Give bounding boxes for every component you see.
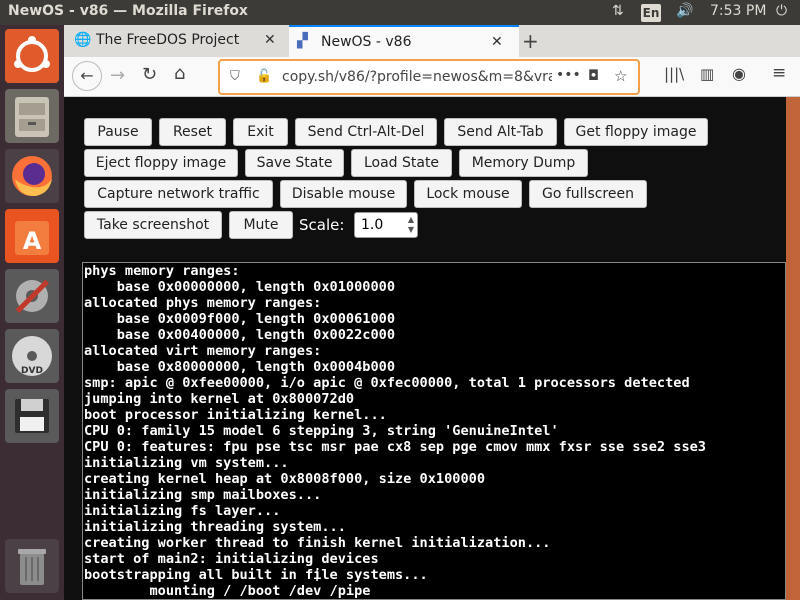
launcher: A DVD bbox=[0, 25, 64, 600]
svg-text:DVD: DVD bbox=[21, 366, 43, 376]
send-alt-tab-button[interactable]: Send Alt-Tab bbox=[444, 118, 557, 146]
close-tab-icon[interactable]: ✕ bbox=[264, 32, 276, 48]
terminal-line: creating worker thread to finish kernel … bbox=[84, 535, 551, 551]
url-text[interactable]: copy.sh/v86/?profile=newos&m=8&vram bbox=[282, 69, 552, 85]
scale-value[interactable]: 1.0 bbox=[361, 217, 383, 233]
terminal-line: boot processor initializing kernel... bbox=[84, 407, 387, 423]
send-ctrl-alt-del-button[interactable]: Send Ctrl-Alt-Del bbox=[295, 118, 437, 146]
terminal-line: initializing threading system... bbox=[84, 519, 346, 535]
page-edge-strip bbox=[786, 97, 800, 600]
close-tab-icon[interactable]: ✕ bbox=[491, 34, 503, 50]
terminal-line: allocated virt memory ranges: bbox=[84, 343, 322, 359]
disable-mouse-button[interactable]: Disable mouse bbox=[280, 180, 407, 208]
terminal-line: CPU 0: family 15 model 6 stepping 3, str… bbox=[84, 423, 559, 439]
address-bar[interactable]: ⛉ 🔓 copy.sh/v86/?profile=newos&m=8&vram … bbox=[218, 59, 640, 95]
settings-icon[interactable] bbox=[5, 269, 59, 323]
terminal-line: initializing vm system... bbox=[84, 455, 289, 471]
terminal-line: start of main2: initializing devices bbox=[84, 551, 379, 567]
pause-button[interactable]: Pause bbox=[84, 118, 152, 146]
terminal-line: base 0x00000000, length 0x01000000 bbox=[84, 279, 395, 295]
tab-label: NewOS - v86 bbox=[321, 34, 412, 50]
keyboard-language-indicator[interactable]: En bbox=[641, 4, 661, 22]
terminal-line: CPU 0: features: fpu pse tsc msr pae cx8… bbox=[84, 439, 706, 455]
floppy-icon[interactable] bbox=[5, 389, 59, 443]
memory-dump-button[interactable]: Memory Dump bbox=[459, 149, 588, 177]
scale-input[interactable]: 1.0 ▲ ▼ bbox=[354, 212, 418, 238]
firefox-icon[interactable] bbox=[5, 149, 59, 203]
mute-button[interactable]: Mute bbox=[229, 211, 293, 239]
sidebar-icon[interactable]: ▥ bbox=[700, 65, 714, 83]
scale-label: Scale: bbox=[299, 216, 345, 234]
take-screenshot-button[interactable]: Take screenshot bbox=[84, 211, 222, 239]
network-transfer-icon[interactable]: ⇅ bbox=[612, 3, 624, 19]
go-fullscreen-button[interactable]: Go fullscreen bbox=[529, 180, 647, 208]
shield-icon[interactable]: ⛉ bbox=[230, 69, 240, 84]
page-actions-icon[interactable]: ••• bbox=[556, 67, 581, 83]
globe-icon: 🌐 bbox=[74, 32, 92, 48]
files-icon[interactable] bbox=[5, 89, 59, 143]
eject-floppy-image-button[interactable]: Eject floppy image bbox=[84, 149, 238, 177]
terminal-line: initializing smp mailboxes... bbox=[84, 487, 322, 503]
navigation-bar: ← → ↻ ⌂ ⛉ 🔓 copy.sh/v86/?profile=newos&m… bbox=[64, 57, 800, 97]
menu-icon[interactable]: ≡ bbox=[772, 63, 786, 83]
svg-text:A: A bbox=[23, 227, 42, 255]
terminal-line: bootstrapping all built in file systems.… bbox=[84, 567, 428, 583]
terminal-line: base 0x0009f000, length 0x00061000 bbox=[84, 311, 395, 327]
pocket-icon[interactable]: ◘ bbox=[588, 68, 599, 84]
dvd-icon[interactable]: DVD bbox=[5, 329, 59, 383]
forward-button[interactable]: → bbox=[110, 65, 125, 86]
insecure-lock-icon[interactable]: 🔓 bbox=[256, 69, 272, 84]
terminal-line: base 0x80000000, length 0x0004b000 bbox=[84, 359, 395, 375]
account-icon[interactable]: ◉ bbox=[732, 64, 746, 83]
window-title: NewOS - v86 — Mozilla Firefox bbox=[8, 3, 248, 19]
terminal-line: jumping into kernel at 0x800072d0 bbox=[84, 391, 355, 407]
emulator-screen[interactable]: phys memory ranges: base 0x00000000, len… bbox=[82, 262, 786, 600]
lock-mouse-button[interactable]: Lock mouse bbox=[414, 180, 522, 208]
terminal-line: mounting / /boot /dev /pipe bbox=[84, 583, 371, 599]
home-button[interactable]: ⌂ bbox=[174, 63, 185, 84]
tab-label: The FreeDOS Project bbox=[96, 32, 240, 48]
reset-button[interactable]: Reset bbox=[159, 118, 226, 146]
bookmark-star-icon[interactable]: ☆ bbox=[614, 67, 627, 85]
clock[interactable]: 7:53 PM bbox=[710, 3, 766, 19]
terminal-line: phys memory ranges: bbox=[84, 263, 240, 279]
ubuntu-icon[interactable] bbox=[5, 29, 59, 83]
system-top-bar: NewOS - v86 — Mozilla Firefox ⇅ En 🔊 7:5… bbox=[0, 0, 800, 25]
spinner-arrows-icon[interactable]: ▲ ▼ bbox=[408, 215, 414, 235]
tab-bar: 🌐 The FreeDOS Project ✕ ▞ NewOS - v86 ✕ … bbox=[64, 25, 800, 57]
trash-icon[interactable] bbox=[5, 539, 59, 593]
save-state-button[interactable]: Save State bbox=[245, 149, 344, 177]
back-button[interactable]: ← bbox=[72, 61, 102, 91]
tab-newos[interactable]: ▞ NewOS - v86 ✕ bbox=[289, 25, 519, 57]
text-cursor-icon: I bbox=[315, 569, 320, 585]
volume-icon[interactable]: 🔊 bbox=[676, 3, 693, 19]
exit-button[interactable]: Exit bbox=[233, 118, 288, 146]
terminal-line: allocated phys memory ranges: bbox=[84, 295, 322, 311]
load-state-button[interactable]: Load State bbox=[351, 149, 452, 177]
reload-button[interactable]: ↻ bbox=[142, 64, 157, 85]
tab-freedos[interactable]: 🌐 The FreeDOS Project ✕ bbox=[64, 25, 288, 57]
capture-network-traffic-button[interactable]: Capture network traffic bbox=[84, 180, 273, 208]
new-tab-button[interactable]: + bbox=[522, 29, 539, 53]
terminal-line: smp: apic @ 0xfee00000, i/o apic @ 0xfec… bbox=[84, 375, 690, 391]
terminal-line: creating kernel heap at 0x8008f000, size… bbox=[84, 471, 486, 487]
power-icon[interactable]: ⏻ bbox=[776, 3, 787, 19]
terminal-line: base 0x00400000, length 0x0022c000 bbox=[84, 327, 395, 343]
v86-favicon-icon: ▞ bbox=[297, 33, 308, 49]
library-icon[interactable]: |||\ bbox=[664, 65, 684, 83]
get-floppy-image-button[interactable]: Get floppy image bbox=[564, 118, 708, 146]
terminal-line: initializing fs layer... bbox=[84, 503, 281, 519]
software-center-icon[interactable]: A bbox=[5, 209, 59, 263]
